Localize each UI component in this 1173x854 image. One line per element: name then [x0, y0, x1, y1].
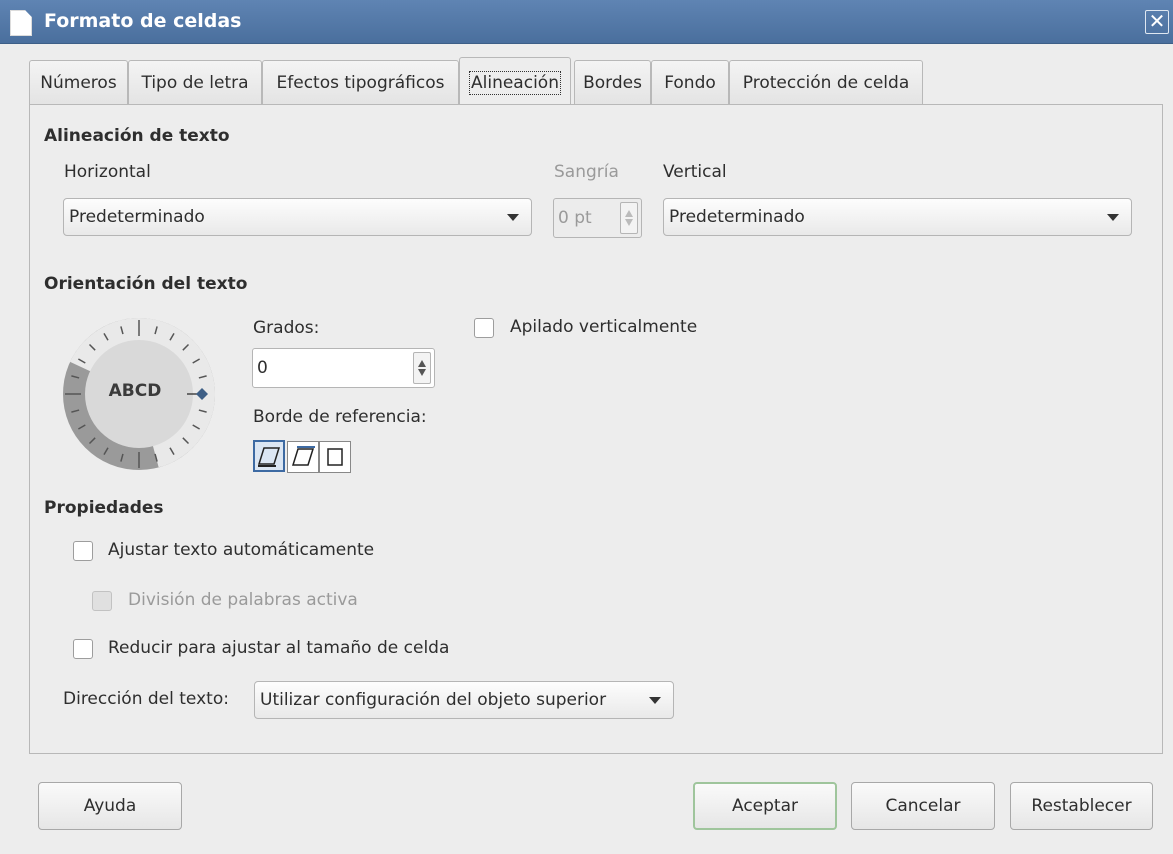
tab-alineacion[interactable]: Alineación	[459, 57, 571, 106]
reference-edge-label: Borde de referencia:	[253, 407, 427, 427]
shrink-to-fit-label: Reducir para ajustar al tamaño de celda	[108, 638, 450, 658]
section-title-text-orientation: Orientación del texto	[44, 274, 248, 294]
title-bar: Formato de celdas ✕	[0, 0, 1173, 44]
help-button[interactable]: Ayuda	[38, 782, 182, 830]
tab-efectos-tipograficos[interactable]: Efectos tipográficos	[262, 60, 459, 105]
indent-label: Sangría	[554, 162, 619, 182]
tab-bordes[interactable]: Bordes	[574, 60, 651, 105]
text-extension-inside-icon	[327, 448, 343, 466]
reference-edge-bottom-button[interactable]	[253, 440, 285, 472]
spin-arrows-icon[interactable]	[413, 352, 431, 384]
hyphenation-label: División de palabras activa	[128, 590, 358, 610]
reference-edge-inside-button[interactable]	[319, 441, 351, 473]
indent-spinner[interactable]: 0 pt	[553, 198, 642, 238]
rotation-dial[interactable]: ABCD	[61, 316, 217, 472]
cancel-button[interactable]: Cancelar	[851, 782, 995, 830]
horizontal-select[interactable]: Predeterminado	[63, 198, 532, 236]
text-extension-bottom-icon	[257, 447, 281, 467]
indent-value: 0 pt	[558, 208, 592, 228]
spin-arrows-icon[interactable]	[620, 202, 638, 234]
text-extension-top-icon	[291, 446, 315, 466]
vertical-select[interactable]: Predeterminado	[663, 198, 1132, 236]
chevron-down-icon	[1107, 214, 1119, 221]
window-title: Formato de celdas	[44, 10, 242, 32]
section-title-text-alignment: Alineación de texto	[44, 126, 230, 146]
horizontal-select-value: Predeterminado	[69, 207, 205, 227]
reset-button[interactable]: Restablecer	[1010, 782, 1153, 830]
text-direction-select[interactable]: Utilizar configuración del objeto superi…	[254, 681, 674, 719]
chevron-down-icon	[649, 697, 661, 704]
document-icon	[10, 10, 32, 36]
wrap-text-label: Ajustar texto automáticamente	[108, 540, 375, 560]
tab-tipo-de-letra[interactable]: Tipo de letra	[128, 60, 262, 105]
tab-numeros[interactable]: Números	[29, 60, 128, 105]
dial-sample-text: ABCD	[109, 381, 162, 401]
tab-fondo[interactable]: Fondo	[651, 60, 729, 105]
vertical-select-value: Predeterminado	[669, 207, 805, 227]
close-icon: ✕	[1148, 9, 1166, 33]
stacked-vertically-checkbox[interactable]	[474, 318, 494, 338]
stacked-vertically-label: Apilado verticalmente	[510, 317, 698, 337]
degrees-value: 0	[257, 358, 268, 378]
tab-proteccion-de-celda[interactable]: Protección de celda	[729, 60, 923, 105]
section-title-properties: Propiedades	[44, 498, 164, 518]
vertical-label: Vertical	[663, 162, 727, 182]
degrees-label: Grados:	[253, 318, 320, 338]
ok-button[interactable]: Aceptar	[693, 782, 837, 830]
reference-edge-top-button[interactable]	[287, 441, 319, 473]
text-direction-value: Utilizar configuración del objeto superi…	[260, 690, 607, 710]
hyphenation-checkbox[interactable]	[92, 591, 112, 611]
chevron-down-icon	[507, 214, 519, 221]
text-direction-label: Dirección del texto:	[63, 689, 229, 709]
wrap-text-checkbox[interactable]	[73, 541, 93, 561]
close-button[interactable]: ✕	[1145, 10, 1169, 34]
degrees-spinner[interactable]: 0	[252, 348, 435, 388]
horizontal-label: Horizontal	[64, 162, 151, 182]
shrink-to-fit-checkbox[interactable]	[73, 639, 93, 659]
